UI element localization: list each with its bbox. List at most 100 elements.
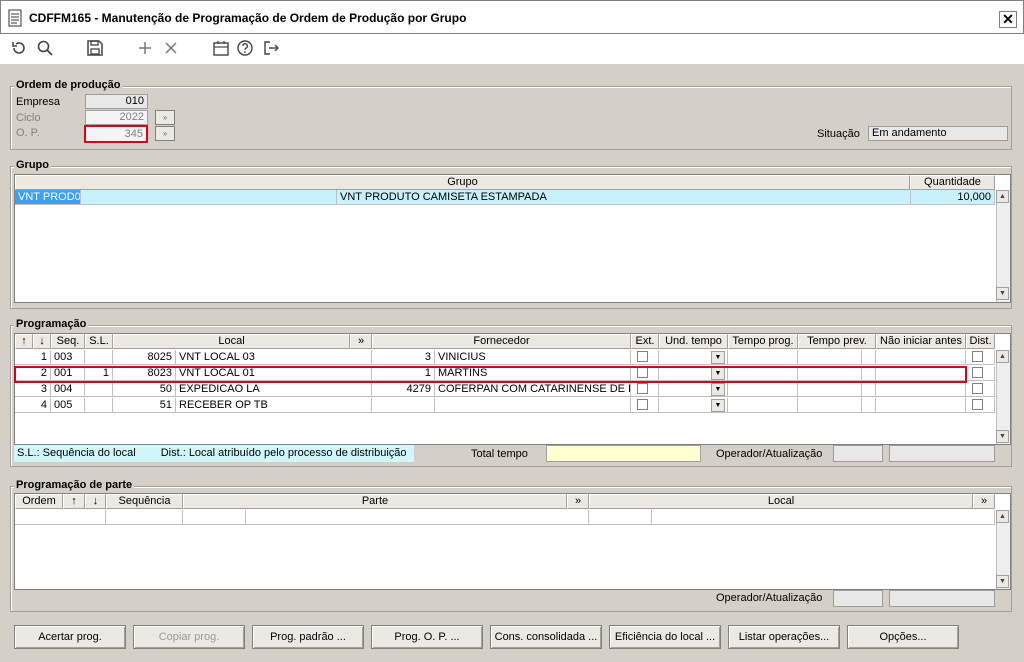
prog-cell-12[interactable] <box>876 382 966 397</box>
prog-header-local[interactable]: Local <box>113 334 350 349</box>
grupo-header-quantidade[interactable]: Quantidade <box>910 175 995 190</box>
prog-header-und-tempo[interactable]: Und. tempo <box>659 334 728 349</box>
add-icon[interactable] <box>136 39 156 59</box>
parte-cell-parte-code[interactable] <box>183 510 246 525</box>
prog-cell-local-name[interactable]: VNT LOCAL 03 <box>176 350 372 365</box>
prog-cell-9[interactable] <box>728 398 798 413</box>
parte-header-more2-icon[interactable]: » <box>973 494 995 509</box>
prog-cell-10[interactable] <box>798 398 862 413</box>
search-icon[interactable] <box>36 39 56 59</box>
prog-cell-7[interactable] <box>631 350 659 365</box>
prog-cell-forn-code[interactable] <box>372 398 435 413</box>
grupo-row-qty[interactable]: 10,000 <box>911 190 995 205</box>
parte-header-sequencia[interactable]: Sequência <box>106 494 183 509</box>
prog-cell-10[interactable] <box>798 382 862 397</box>
row-checkbox[interactable] <box>637 399 648 410</box>
calendar-icon[interactable] <box>212 39 232 59</box>
exit-icon[interactable] <box>262 39 282 59</box>
prog-cell-10[interactable] <box>798 350 862 365</box>
prog-cell-forn-name[interactable]: COFERPAN COM CATARINENSE DE PRO <box>435 382 631 397</box>
prog-cell-seq[interactable]: 004 <box>51 382 85 397</box>
prog-header-tempo-prog[interactable]: Tempo prog. <box>728 334 798 349</box>
prog-cell-11[interactable] <box>862 398 876 413</box>
prog-cell-n[interactable]: 1 <box>15 350 51 365</box>
acertar-prog-button[interactable]: Acertar prog. <box>14 625 126 649</box>
prog-cell-sl[interactable] <box>85 350 113 365</box>
ciclo-field[interactable]: 2022 <box>85 110 148 125</box>
op-field[interactable]: 345 <box>84 125 148 143</box>
prog-cell-local-code[interactable]: 50 <box>113 382 176 397</box>
empresa-field[interactable]: 010 <box>85 94 148 109</box>
prog-sort-up-icon[interactable]: ↑ <box>15 334 33 349</box>
copiar-prog-button[interactable]: Copiar prog. <box>133 625 245 649</box>
prog-scroll-down[interactable]: ▼ <box>996 430 1009 443</box>
grupo-row-code[interactable]: VNT PROD01 <box>15 190 81 205</box>
row-checkbox[interactable] <box>972 367 983 378</box>
prog-cell-13[interactable] <box>966 382 995 397</box>
parte-cell-local-desc[interactable] <box>652 510 995 525</box>
prog-header-dist[interactable]: Dist. <box>966 334 995 349</box>
prog-scroll-up[interactable]: ▲ <box>996 350 1009 363</box>
prog-header-ext[interactable]: Ext. <box>631 334 659 349</box>
prog-cell-8[interactable]: ▼ <box>659 398 728 413</box>
ciclo-lookup-button[interactable]: » <box>155 110 175 125</box>
prog-cell-13[interactable] <box>966 398 995 413</box>
grupo-scrollbar[interactable] <box>996 190 1010 302</box>
parte-sort-down-icon[interactable]: ↓ <box>85 494 106 509</box>
parte-cell-ordem[interactable] <box>15 510 106 525</box>
parte-cell-local-code[interactable] <box>589 510 652 525</box>
prog-header-sl[interactable]: S.L. <box>85 334 113 349</box>
parte-scroll-down[interactable]: ▼ <box>996 575 1009 588</box>
row-checkbox[interactable] <box>637 383 648 394</box>
prog-cell-local-name[interactable]: EXPEDICAO LA <box>176 382 372 397</box>
eficiencia-local-button[interactable]: Eficiência do local ... <box>609 625 721 649</box>
prog-cell-11[interactable] <box>862 350 876 365</box>
prog-header-tempo-prev[interactable]: Tempo prev. <box>798 334 876 349</box>
op-lookup-button[interactable]: » <box>155 126 175 141</box>
prog-cell-local-code[interactable]: 8025 <box>113 350 176 365</box>
und-tempo-dropdown-icon[interactable]: ▼ <box>711 399 725 412</box>
prog-header-fornecedor[interactable]: Fornecedor <box>372 334 631 349</box>
grupo-header-grupo[interactable]: Grupo <box>15 175 910 190</box>
prog-cell-13[interactable] <box>966 366 995 381</box>
prog-header-nao-iniciar[interactable]: Não iniciar antes <box>876 334 966 349</box>
und-tempo-dropdown-icon[interactable]: ▼ <box>711 351 725 364</box>
parte-header-more1-icon[interactable]: » <box>567 494 589 509</box>
prog-op-button[interactable]: Prog. O. P. ... <box>371 625 483 649</box>
grupo-scroll-down[interactable]: ▼ <box>996 287 1009 300</box>
prog-cell-forn-code[interactable]: 3 <box>372 350 435 365</box>
prog-cell-n[interactable]: 3 <box>15 382 51 397</box>
opcoes-button[interactable]: Opções... <box>847 625 959 649</box>
prog-header-more-icon[interactable]: » <box>350 334 372 349</box>
row-checkbox[interactable] <box>972 383 983 394</box>
prog-cell-local-code[interactable]: 51 <box>113 398 176 413</box>
row-checkbox[interactable] <box>972 351 983 362</box>
close-button[interactable]: ✕ <box>999 11 1017 28</box>
prog-sort-down-icon[interactable]: ↓ <box>33 334 51 349</box>
prog-cell-seq[interactable]: 003 <box>51 350 85 365</box>
parte-cell-parte-desc[interactable] <box>246 510 589 525</box>
help-icon[interactable] <box>236 39 256 59</box>
prog-cell-9[interactable] <box>728 382 798 397</box>
grupo-row-blank[interactable] <box>81 190 337 205</box>
listar-operacoes-button[interactable]: Listar operações... <box>728 625 840 649</box>
parte-header-ordem[interactable]: Ordem <box>15 494 63 509</box>
delete-icon[interactable] <box>162 39 182 59</box>
prog-padrao-button[interactable]: Prog. padrão ... <box>252 625 364 649</box>
prog-cell-sl[interactable] <box>85 382 113 397</box>
prog-cell-8[interactable]: ▼ <box>659 350 728 365</box>
und-tempo-dropdown-icon[interactable]: ▼ <box>711 383 725 396</box>
parte-cell-sequencia[interactable] <box>106 510 183 525</box>
prog-cell-11[interactable] <box>862 382 876 397</box>
row-checkbox[interactable] <box>637 351 648 362</box>
prog-cell-seq[interactable]: 005 <box>51 398 85 413</box>
grupo-scroll-up[interactable]: ▲ <box>996 190 1009 203</box>
parte-scroll-up[interactable]: ▲ <box>996 510 1009 523</box>
save-icon[interactable] <box>86 39 106 59</box>
prog-cell-9[interactable] <box>728 350 798 365</box>
parte-header-local[interactable]: Local <box>589 494 973 509</box>
prog-cell-forn-name[interactable] <box>435 398 631 413</box>
prog-cell-12[interactable] <box>876 398 966 413</box>
prog-cell-forn-code[interactable]: 4279 <box>372 382 435 397</box>
prog-cell-sl[interactable] <box>85 398 113 413</box>
